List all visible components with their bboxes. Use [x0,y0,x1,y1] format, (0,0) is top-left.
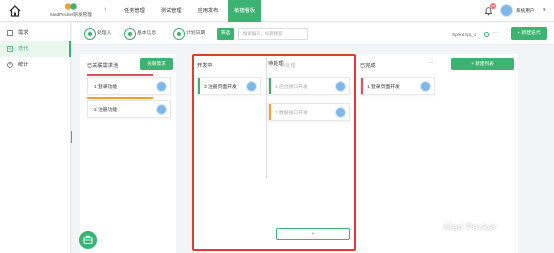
column-title: 已关联需求池 [87,63,119,69]
nav-test-management[interactable]: 测试管理 [155,0,188,22]
nav-agile-board[interactable]: 敏捷看板 [228,0,262,22]
logo-icon [64,3,77,10]
card-title: 2 注册功能 [94,108,118,113]
card-title: 1 登录功能 [94,85,118,90]
basic-info-filter[interactable]: 基本信息 [124,28,156,40]
column-more-icon[interactable]: ··· [428,60,433,66]
sprint-selector[interactable]: Sprint.No_1 [452,32,476,37]
sidebar-item-label: 迭代 [18,46,29,52]
more-icon[interactable]: ··· [492,30,498,36]
app-root: MadPecker研发管理 › 任务管理 测试管理 应用发布 敏捷看板 12 系… [0,0,554,253]
home-icon[interactable] [8,4,22,18]
new-list-button[interactable]: + 新建列表 [451,58,514,70]
card-status-bar [361,78,363,94]
user-avatar[interactable] [500,4,513,17]
column-title: 已完成 [360,63,376,69]
assignee-label: 处理人 [97,31,112,36]
requirement-card[interactable]: 1 登录功能 [87,77,171,95]
briefcase-icon [83,235,93,244]
chevron-down-icon[interactable]: ▾ [543,7,546,13]
task-card[interactable]: 1 登录页面开发 [360,77,435,95]
calendar-icon [173,28,185,40]
add-card-button[interactable]: + [276,228,350,240]
person-icon [84,28,96,40]
chart-icon [7,62,13,68]
link-requirement-button[interactable]: 关联需求 [140,58,173,70]
new-iteration-button[interactable]: + 新建迭代 [511,27,547,40]
iteration-icon [7,46,13,52]
nav-app-release[interactable]: 应用发布 [192,0,225,22]
sidebar-item-requirements[interactable]: 需求 [0,25,71,41]
user-name[interactable]: 系统用户 [516,8,534,14]
chevron-right-icon: › [104,6,107,13]
watermark-text: Mad Pecker [444,222,497,233]
requirement-card[interactable]: 2 注册功能 [87,100,171,118]
avatar[interactable] [156,104,167,115]
document-icon [7,30,13,36]
floating-action-button[interactable] [79,231,97,249]
app-logo[interactable]: MadPecker研发管理 [48,2,94,20]
logo-text: MadPecker研发管理 [50,12,92,17]
sidebar-item-label: 统计 [18,62,29,68]
highlight-annotation [192,54,356,251]
wechat-icon [430,222,442,234]
nav-task-management[interactable]: 任务管理 [118,0,151,22]
column-linked-requirements: 已关联需求池 关联需求 1 登录功能 2 注册功能 [80,54,176,253]
notification-badge: 12 [490,3,496,9]
main-nav: 任务管理 测试管理 应用发布 敏捷看板 [118,0,265,22]
sidebar-item-label: 需求 [18,30,29,36]
basic-info-label: 基本信息 [137,31,157,36]
avatar[interactable] [420,81,431,92]
plan-date-label: 计划日期 [186,31,206,36]
sidebar-item-statistics[interactable]: 统计 [0,57,71,73]
avatar[interactable] [156,81,167,92]
filter-button[interactable]: 筛选 [217,28,234,40]
card-priority-stripe [87,97,153,99]
assignee-filter[interactable]: 处理人 [84,28,111,40]
plan-date-filter[interactable]: 计划日期 [173,28,205,40]
card-priority-stripe [87,74,153,76]
sidebar-item-iterations[interactable]: 迭代 [0,41,71,57]
sidebar: 需求 迭代 统计 [0,23,71,253]
search-input[interactable]: 搜索编号、标题搜索 [238,28,308,40]
card-title: 1 登录页面开发 [367,85,400,90]
sprint-status-icon [484,32,489,37]
board-toolbar: 处理人 基本信息 计划日期 筛选 搜索编号、标题搜索 Sprint.No_1 ·… [72,23,554,45]
top-bar: MadPecker研发管理 › 任务管理 测试管理 应用发布 敏捷看板 12 系… [0,0,554,22]
info-icon [124,28,136,40]
